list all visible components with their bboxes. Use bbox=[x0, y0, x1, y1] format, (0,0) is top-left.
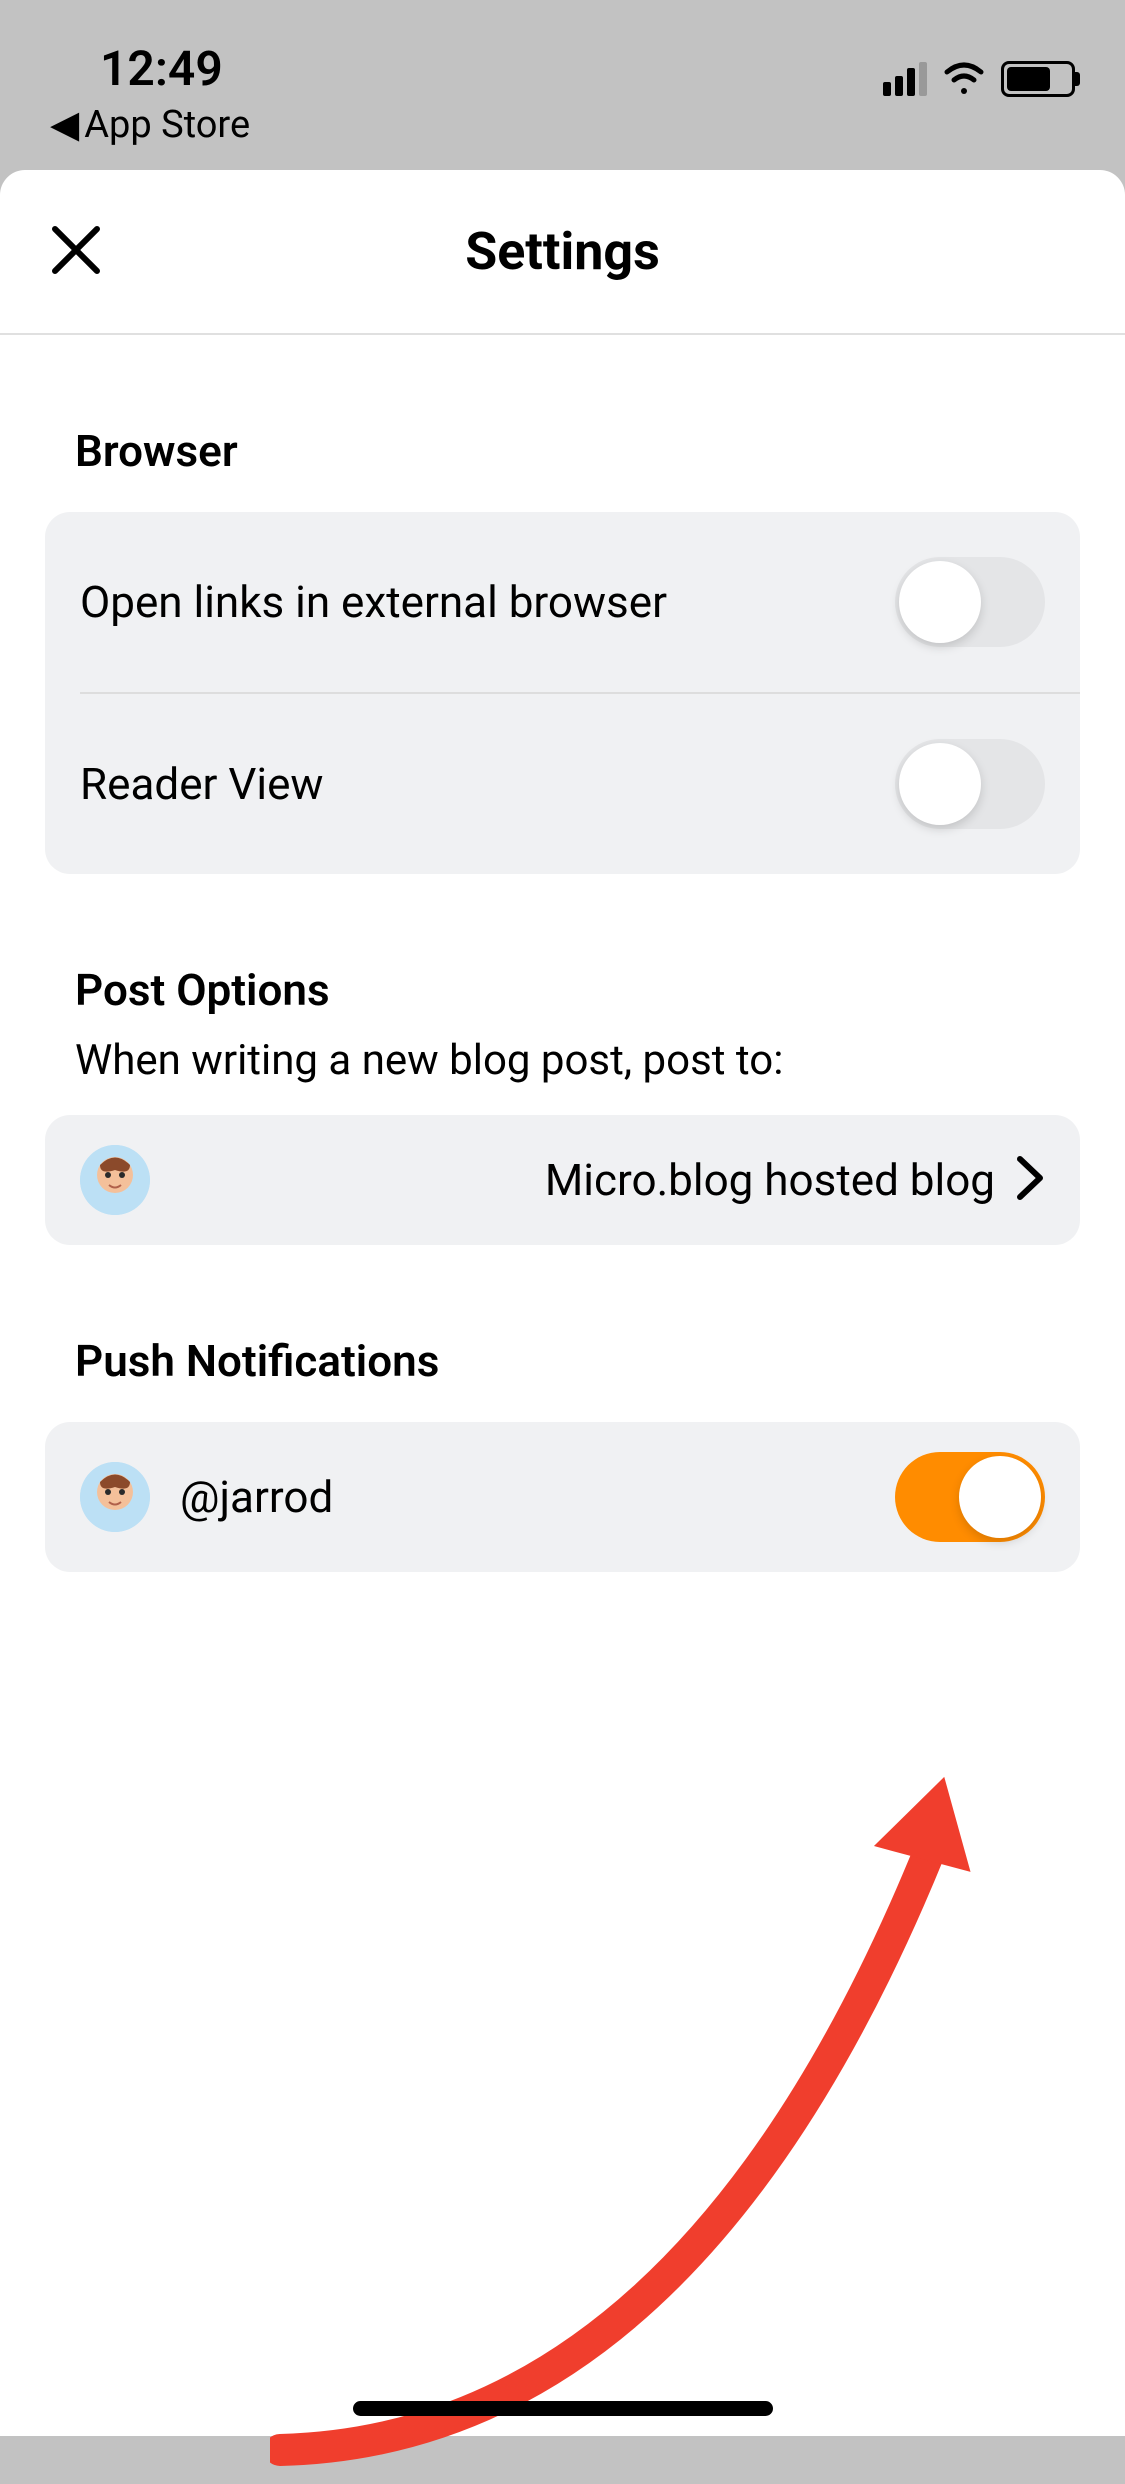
reader-view-label: Reader View bbox=[80, 758, 323, 810]
reader-view-toggle[interactable] bbox=[895, 739, 1045, 829]
browser-section-header: Browser bbox=[45, 425, 1080, 477]
open-links-external-row: Open links in external browser bbox=[45, 512, 1080, 692]
open-links-external-toggle[interactable] bbox=[895, 557, 1045, 647]
page-title: Settings bbox=[465, 221, 660, 282]
battery-icon bbox=[1001, 61, 1075, 97]
push-notifications-username: @jarrod bbox=[180, 1471, 333, 1523]
status-left: 12:49 ◀ App Store bbox=[50, 40, 250, 147]
open-links-external-label: Open links in external browser bbox=[80, 576, 667, 628]
push-notifications-user-row: @jarrod bbox=[45, 1422, 1080, 1572]
settings-content: Browser Open links in external browser R… bbox=[0, 335, 1125, 1572]
push-notifications-section-header: Push Notifications bbox=[45, 1335, 1080, 1387]
home-indicator[interactable] bbox=[353, 2401, 773, 2416]
post-destination-row[interactable]: Micro.blog hosted blog bbox=[45, 1115, 1080, 1245]
status-bar: 12:49 ◀ App Store bbox=[0, 0, 1125, 140]
wifi-icon bbox=[942, 60, 986, 98]
avatar bbox=[80, 1462, 150, 1532]
back-label: App Store bbox=[84, 103, 250, 147]
post-options-group: Micro.blog hosted blog bbox=[45, 1115, 1080, 1245]
back-triangle-icon: ◀ bbox=[50, 102, 79, 147]
status-time: 12:49 bbox=[50, 40, 250, 97]
push-notifications-group: @jarrod bbox=[45, 1422, 1080, 1572]
post-options-section-header: Post Options bbox=[45, 964, 1080, 1016]
browser-group: Open links in external browser Reader Vi… bbox=[45, 512, 1080, 874]
modal-header: Settings bbox=[0, 170, 1125, 335]
status-right bbox=[883, 40, 1075, 98]
post-destination-value: Micro.blog hosted blog bbox=[545, 1154, 995, 1206]
push-notifications-toggle[interactable] bbox=[895, 1452, 1045, 1542]
annotation-arrow bbox=[270, 1730, 1020, 2484]
chevron-right-icon bbox=[1015, 1154, 1045, 1206]
back-to-app-store[interactable]: ◀ App Store bbox=[50, 102, 250, 147]
settings-modal: Settings Browser Open links in external … bbox=[0, 170, 1125, 2436]
cellular-signal-icon bbox=[883, 62, 927, 96]
close-button[interactable] bbox=[50, 224, 102, 280]
reader-view-row: Reader View bbox=[45, 694, 1080, 874]
post-options-subtitle: When writing a new blog post, post to: bbox=[45, 1036, 1080, 1085]
avatar bbox=[80, 1145, 150, 1215]
